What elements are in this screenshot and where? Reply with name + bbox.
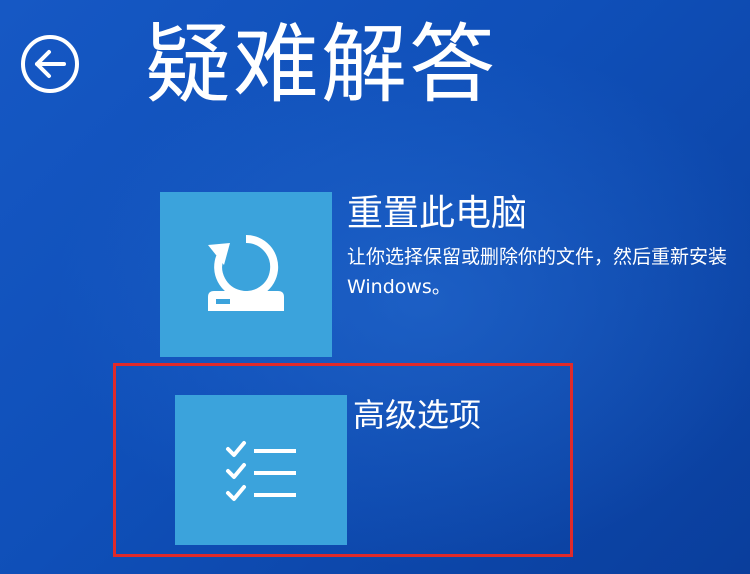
- advanced-options-tile[interactable]: [175, 395, 347, 545]
- reset-pc-title: 重置此电脑: [347, 193, 528, 234]
- advanced-options-option[interactable]: 高级选项: [175, 395, 575, 545]
- page-title: 疑难解答: [145, 15, 497, 115]
- reset-pc-icon: [208, 234, 284, 311]
- reset-pc-tile[interactable]: [160, 192, 332, 357]
- back-arrow-circle-icon: [21, 35, 79, 93]
- reset-pc-description: 让你选择保留或删除你的文件，然后重新安装 Windows。: [347, 246, 728, 298]
- back-button[interactable]: [19, 33, 81, 95]
- checklist-icon: [226, 441, 296, 501]
- reset-pc-option[interactable]: 重置此电脑 让你选择保留或删除你的文件，然后重新安装 Windows。: [160, 192, 740, 357]
- advanced-options-title: 高级选项: [353, 396, 482, 434]
